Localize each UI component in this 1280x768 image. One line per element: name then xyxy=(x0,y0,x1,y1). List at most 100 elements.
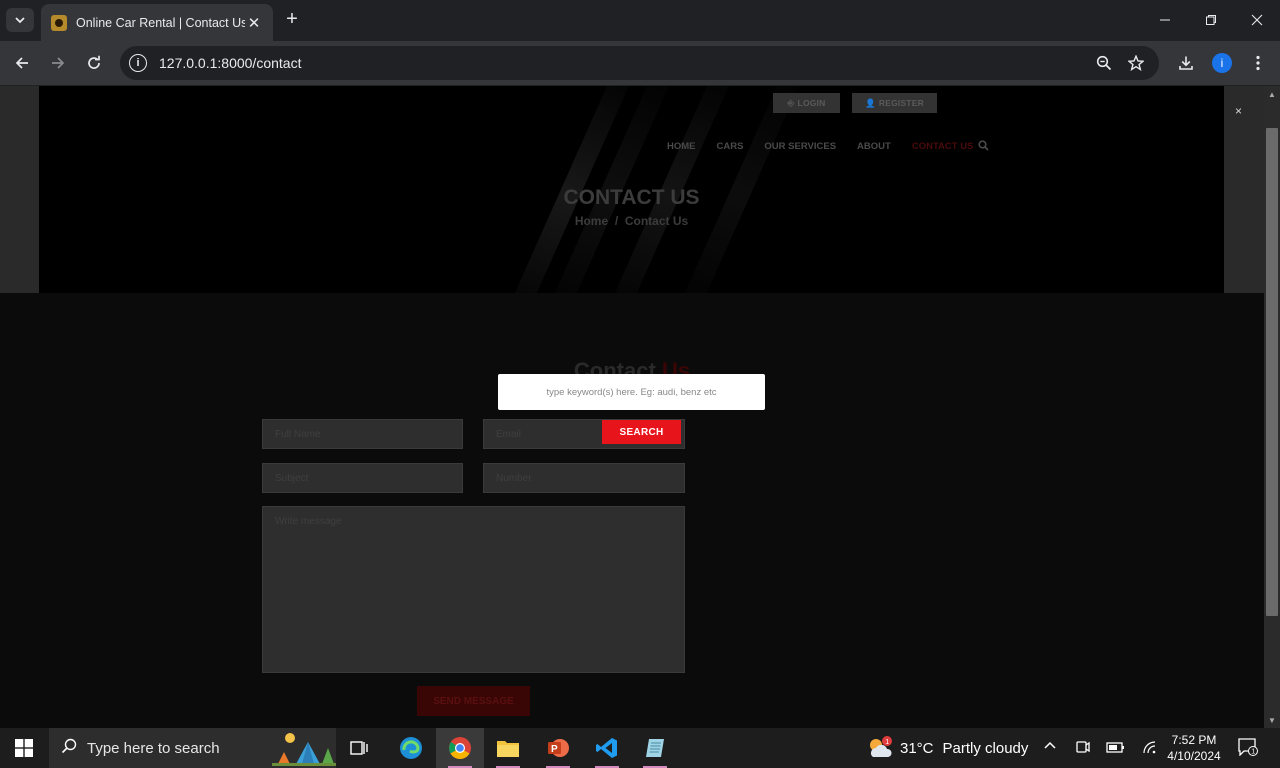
notification-count: 1 xyxy=(1251,749,1255,756)
breadcrumb-home[interactable]: Home xyxy=(575,214,608,228)
back-button[interactable] xyxy=(10,51,34,75)
reload-icon xyxy=(88,55,100,69)
user-plus-icon: 👤 xyxy=(865,97,876,108)
tab-search-button[interactable] xyxy=(6,8,34,32)
register-label: REGISTER xyxy=(878,98,924,108)
search-overlay-input[interactable]: type keyword(s) here. Eg: audi, benz etc xyxy=(498,374,765,410)
breadcrumb-current: Contact Us xyxy=(624,214,689,228)
send-message-button[interactable]: SEND MESSAGE xyxy=(417,686,530,716)
close-icon xyxy=(1251,14,1263,26)
login-button[interactable]: ⎆ LOGIN xyxy=(773,93,840,113)
breadcrumb: Home / Contact Us xyxy=(39,214,1224,228)
start-button[interactable] xyxy=(0,728,48,768)
scrollbar-thumb[interactable] xyxy=(1266,128,1278,616)
downloads-button[interactable] xyxy=(1174,51,1198,75)
message-textarea[interactable]: Write message xyxy=(262,506,685,673)
scroll-up-icon[interactable]: ▲ xyxy=(1264,86,1280,102)
clock-time: 7:52 PM xyxy=(1171,733,1217,747)
number-field[interactable]: Number xyxy=(483,463,685,493)
tray-overflow-icon[interactable] xyxy=(1043,739,1057,756)
new-tab-button[interactable]: + xyxy=(283,9,301,31)
weather-desc: Partly cloudy xyxy=(942,739,1029,757)
nav-contact-us[interactable]: CONTACT US xyxy=(912,141,974,155)
minimize-button[interactable] xyxy=(1142,0,1188,40)
address-bar[interactable]: i 127.0.0.1:8000/contact xyxy=(120,46,1159,80)
svg-text:P: P xyxy=(551,744,558,755)
login-icon: ⎆ xyxy=(787,97,795,108)
profile-avatar[interactable]: i xyxy=(1212,53,1232,73)
nav-our-services[interactable]: OUR SERVICES xyxy=(764,141,836,155)
meet-now-icon[interactable] xyxy=(1075,739,1091,758)
taskbar-powerpoint[interactable]: P xyxy=(534,728,582,768)
url-host: 127.0.0.1 xyxy=(159,55,218,71)
chevron-down-icon xyxy=(15,17,25,24)
notification-center-icon[interactable]: 1 xyxy=(1238,738,1258,759)
login-label: LOGIN xyxy=(797,98,826,108)
page-title: CONTACT US xyxy=(563,186,700,209)
weather-temp: 31°C xyxy=(900,739,934,757)
vscode-icon xyxy=(596,738,617,758)
taskbar-edge[interactable] xyxy=(387,728,435,768)
browser-toolbar: i 127.0.0.1:8000/contact i xyxy=(0,41,1280,85)
notepad-icon xyxy=(646,739,664,757)
search-icon[interactable] xyxy=(978,140,989,154)
bookmark-button[interactable] xyxy=(1124,51,1148,75)
nav-home[interactable]: HOME xyxy=(667,141,696,155)
wifi-icon[interactable] xyxy=(1141,739,1157,758)
search-highlight-illustration xyxy=(272,733,336,766)
windows-taskbar: Type here to search P 1 31°C Partly clou… xyxy=(0,728,1280,768)
main-nav: HOME CARS OUR SERVICES ABOUT CONTACT US xyxy=(667,141,994,155)
taskbar-search-placeholder: Type here to search xyxy=(87,739,220,757)
battery-icon[interactable] xyxy=(1106,739,1126,758)
zoom-button[interactable] xyxy=(1092,51,1116,75)
partly-cloudy-icon: 1 xyxy=(870,736,892,757)
reload-button[interactable] xyxy=(82,51,106,75)
fullname-field[interactable]: Full Name xyxy=(262,419,463,449)
taskbar-chrome[interactable] xyxy=(436,728,484,768)
search-icon xyxy=(61,738,77,759)
zoom-out-icon xyxy=(1096,55,1112,71)
hero-banner: ⎆ LOGIN 👤 REGISTER HOME CARS OUR SERVICES … xyxy=(39,86,1224,293)
restore-icon xyxy=(1206,15,1216,25)
restore-button[interactable] xyxy=(1188,0,1234,40)
taskbar-file-explorer[interactable] xyxy=(484,728,532,768)
minimize-icon xyxy=(1160,19,1170,21)
tab-close-icon[interactable]: ✕ xyxy=(245,14,263,32)
search-overlay-close-button[interactable]: × xyxy=(1225,98,1252,123)
nav-cars[interactable]: CARS xyxy=(717,141,744,155)
folder-icon xyxy=(497,741,519,757)
scroll-down-icon[interactable]: ▼ xyxy=(1264,712,1280,728)
nav-about[interactable]: ABOUT xyxy=(857,141,891,155)
page-viewport: ⎆ LOGIN 👤 REGISTER HOME CARS OUR SERVICES … xyxy=(0,86,1264,728)
close-window-button[interactable] xyxy=(1234,0,1280,40)
browser-menu-button[interactable] xyxy=(1246,51,1270,75)
tab-strip: Online Car Rental | Contact Us ✕ + xyxy=(0,0,1280,41)
clock-date: 4/10/2024 xyxy=(1167,749,1221,763)
register-button[interactable]: 👤 REGISTER xyxy=(852,93,937,113)
windows-logo-icon xyxy=(15,739,33,757)
star-icon xyxy=(1128,55,1144,71)
taskbar-vscode[interactable] xyxy=(583,728,631,768)
breadcrumb-separator: / xyxy=(614,214,619,228)
taskbar-notepad[interactable] xyxy=(631,728,679,768)
taskbar-clock[interactable]: 7:52 PM 4/10/2024 xyxy=(1160,732,1228,764)
taskbar-search-box[interactable]: Type here to search xyxy=(49,728,336,768)
powerpoint-icon: P xyxy=(548,739,569,757)
edge-icon xyxy=(400,737,422,759)
forward-button[interactable] xyxy=(46,51,70,75)
download-icon xyxy=(1179,56,1193,70)
site-info-icon[interactable]: i xyxy=(129,54,147,72)
weather-widget[interactable]: 1 31°C Partly cloudy xyxy=(866,728,1028,768)
tab-active[interactable]: Online Car Rental | Contact Us ✕ xyxy=(41,4,273,41)
search-overlay-button[interactable]: SEARCH xyxy=(602,420,681,444)
weather-badge: 1 xyxy=(885,739,889,746)
more-vert-icon xyxy=(1256,55,1260,71)
arrow-right-icon xyxy=(52,57,65,69)
url-path: :8000/contact xyxy=(217,55,302,71)
favicon-icon xyxy=(51,14,67,31)
task-view-button[interactable] xyxy=(336,728,384,768)
tab-title: Online Car Rental | Contact Us xyxy=(76,15,245,30)
subject-field[interactable]: Subject xyxy=(262,463,463,493)
page-scrollbar[interactable]: ▲ ▼ xyxy=(1264,86,1280,728)
url-text[interactable]: 127.0.0.1:8000/contact xyxy=(159,55,301,71)
